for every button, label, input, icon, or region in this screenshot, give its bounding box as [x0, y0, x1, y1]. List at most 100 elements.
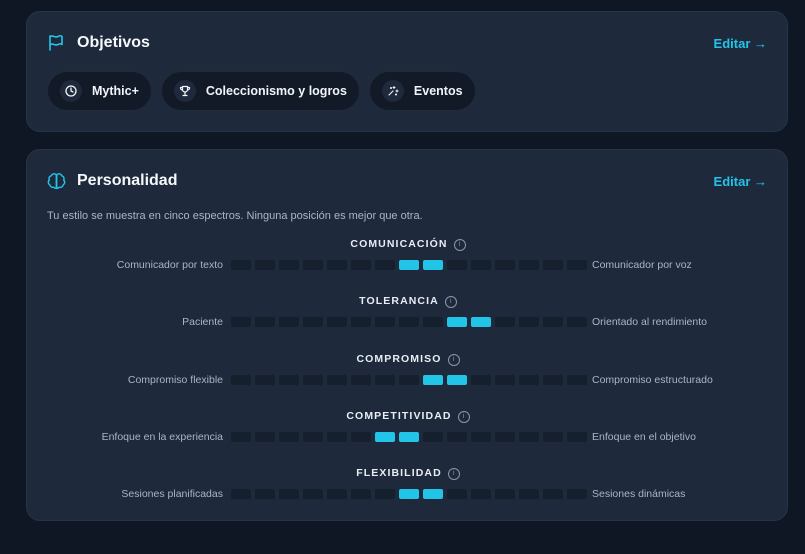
spectrum-title-text: COMPETITIVIDAD — [346, 409, 452, 422]
spectrum-segment — [543, 374, 563, 385]
spectrum-bar — [231, 374, 587, 385]
spectrum-segment — [255, 317, 275, 328]
spectrum-segment-active — [423, 260, 443, 270]
pill-label: Eventos — [413, 84, 463, 98]
spectrum-segment — [519, 489, 539, 500]
pill-mythic-plus[interactable]: Mythic+ — [47, 71, 152, 111]
spectrum-left-label: Compromiso flexible — [127, 373, 223, 386]
spectrum-segment — [567, 431, 587, 442]
spectrum-segment — [447, 489, 467, 500]
spectrum-title: FLEXIBILIDAD i — [27, 467, 789, 481]
pill-label: Mythic+ — [92, 84, 139, 98]
spectrum-segment — [375, 317, 395, 328]
spectrum-title-text: COMUNICACIÓN — [350, 238, 448, 250]
spectrum-title: COMPETITIVIDAD i — [27, 410, 789, 423]
spectrum-segment — [519, 374, 539, 385]
spectrum-segment — [279, 489, 299, 500]
spectrum-segment-active — [375, 431, 395, 442]
spectrum-title: COMPROMISO i — [27, 353, 789, 366]
spectrum-title-text: COMPROMISO — [356, 352, 442, 365]
spectrum-segment — [375, 489, 395, 500]
info-icon[interactable]: i — [457, 410, 470, 423]
spectrum-segment — [351, 317, 371, 328]
spectrum-segment — [543, 260, 563, 270]
spectrum-right-label: Comunicador por voz — [592, 259, 692, 271]
spectrum-right-label: Orientado al rendimiento — [592, 316, 707, 329]
spectrum-segment — [471, 260, 491, 270]
spectrum-segment — [543, 317, 563, 328]
spectrum-segment — [279, 374, 299, 385]
spectrum-segment — [447, 431, 467, 442]
spectrum-segment — [351, 431, 371, 442]
spectrum-left-label: Sesiones planificadas — [121, 488, 223, 501]
spectrum-right-label: Compromiso estructurado — [592, 373, 713, 386]
spectrum-segment — [495, 260, 515, 270]
spectrum-segment — [519, 260, 539, 270]
spectrum-segment — [231, 260, 251, 270]
spectrum-title-text: TOLERANCIA — [359, 295, 439, 308]
spectrum-segment — [471, 489, 491, 500]
spectrum-segment — [423, 431, 443, 442]
spectrum-bar — [231, 317, 587, 328]
spectrum-segment — [327, 260, 347, 270]
spectrum-segment — [303, 431, 323, 442]
spectrum-segment — [495, 489, 515, 500]
personalidad-description: Tu estilo se muestra en cinco espectros.… — [47, 210, 423, 222]
spectrum-bar — [231, 431, 587, 442]
flag-icon — [47, 33, 67, 53]
spectrum-left-label: Comunicador por texto — [116, 259, 223, 271]
spectrum-segment — [351, 374, 371, 385]
spectrum-segment — [327, 317, 347, 328]
objetivos-card: Objetivos Editar → Mythic+ Coleccionismo… — [26, 11, 788, 132]
personalidad-edit-link[interactable]: Editar → — [714, 174, 767, 189]
spectrum-segment — [303, 374, 323, 385]
spectrum-segment-active — [471, 317, 491, 328]
spectrum-segment — [399, 317, 419, 328]
spectrum-segment — [303, 489, 323, 500]
spectrum-segment — [495, 317, 515, 328]
spectrum-title: TOLERANCIA i — [27, 295, 789, 309]
objetivos-edit-link[interactable]: Editar → — [714, 36, 767, 51]
spectrum-bar — [231, 489, 587, 500]
spectrum-segment-active — [447, 317, 467, 328]
info-icon[interactable]: i — [453, 239, 466, 251]
spectrum-segment — [543, 489, 563, 500]
spectrum-segment — [231, 317, 251, 328]
spectrum-segment — [375, 374, 395, 385]
spectrum-segment-active — [399, 489, 419, 500]
spectrum-segment — [255, 489, 275, 500]
spectrum-segment — [327, 374, 347, 385]
spectrum-segment — [471, 431, 491, 442]
spectrum-segment — [567, 374, 587, 385]
spectrum-left-label: Paciente — [182, 316, 223, 329]
spectrum-segment — [567, 317, 587, 328]
clock-icon — [60, 80, 82, 102]
spectrum-segment — [399, 374, 419, 385]
spectrum-segment — [351, 260, 371, 270]
spectrum-segment — [327, 431, 347, 442]
spectrum-title-text: FLEXIBILIDAD — [356, 467, 442, 480]
spectrum-segment-active — [447, 374, 467, 385]
spectrum-segment-active — [399, 431, 419, 442]
spectrum-segment — [423, 317, 443, 328]
info-icon[interactable]: i — [447, 353, 460, 366]
spectrum-segment — [255, 374, 275, 385]
spectrum-segment — [543, 431, 563, 442]
spectrum-segment — [303, 260, 323, 270]
personalidad-title: Personalidad — [77, 172, 178, 189]
pill-coleccionismo[interactable]: Coleccionismo y logros — [160, 71, 360, 111]
spectrum-segment — [231, 431, 251, 442]
info-icon[interactable]: i — [447, 468, 460, 481]
spectrum-segment — [279, 431, 299, 442]
pill-eventos[interactable]: Eventos — [368, 71, 476, 111]
spectrum-segment — [279, 260, 299, 270]
spectrum-segment — [567, 260, 587, 270]
spectrum-bar — [231, 260, 587, 270]
spectrum-segment — [519, 317, 539, 328]
brain-icon — [47, 171, 67, 191]
spectrum-segment — [567, 489, 587, 500]
personalidad-card: Personalidad Editar → Tu estilo se muest… — [26, 149, 788, 521]
info-icon[interactable]: i — [444, 296, 457, 309]
spectrum-segment — [447, 260, 467, 270]
spectrum-segment — [279, 317, 299, 328]
